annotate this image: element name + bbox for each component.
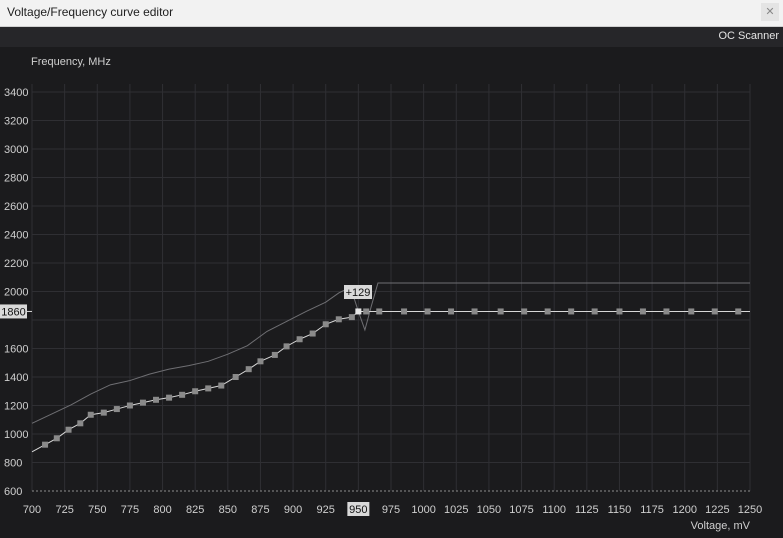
x-tick-label: 1100 xyxy=(542,504,566,516)
curve-point[interactable] xyxy=(87,411,94,418)
toolbar: OC Scanner xyxy=(0,27,783,47)
curve-point[interactable] xyxy=(53,435,60,442)
x-tick-label: 1075 xyxy=(509,504,533,516)
curve-point[interactable] xyxy=(401,308,408,315)
close-icon[interactable]: ✕ xyxy=(761,3,779,21)
curve-point[interactable] xyxy=(322,321,329,328)
curve-point[interactable] xyxy=(126,402,133,409)
curve-point[interactable] xyxy=(113,406,120,413)
curve-point[interactable] xyxy=(257,358,264,365)
x-axis-label: Voltage, mV xyxy=(691,520,751,532)
y-tick-label: 1400 xyxy=(4,372,28,384)
curve-point[interactable] xyxy=(348,314,355,321)
x-tick-label: 775 xyxy=(121,504,139,516)
vf-curve-chart[interactable]: Frequency, MHz Voltage, mV 600 800 1000 1200 1… xyxy=(0,47,783,538)
y-tick-label: 3400 xyxy=(4,87,28,99)
curve-point[interactable] xyxy=(568,308,575,315)
curve-point[interactable] xyxy=(166,394,173,401)
x-tick-label: 1200 xyxy=(672,504,696,516)
y-tick-label: 2800 xyxy=(4,173,28,185)
curve-point[interactable] xyxy=(471,308,478,315)
curve-point[interactable] xyxy=(271,351,278,358)
curve-point[interactable] xyxy=(363,308,370,315)
curve-point[interactable] xyxy=(232,374,239,380)
title-bar: Voltage/Frequency curve editor ✕ xyxy=(0,0,783,27)
y-tick-label: 2600 xyxy=(4,201,28,213)
curve-point[interactable] xyxy=(521,308,528,315)
curve-point[interactable] xyxy=(65,426,72,433)
x-tick-label: 850 xyxy=(219,504,237,516)
y-tick-label: 1600 xyxy=(4,344,28,356)
x-tick-label: 1050 xyxy=(477,504,501,516)
x-tick-label: 1225 xyxy=(705,504,729,516)
y-tick-label: 2200 xyxy=(4,258,28,270)
curve-point[interactable] xyxy=(153,396,160,403)
curve-point[interactable] xyxy=(591,308,598,315)
x-tick-label: 1000 xyxy=(411,504,435,516)
curve-point[interactable] xyxy=(376,308,383,315)
x-tick-label: 750 xyxy=(88,504,106,516)
y-axis-label: Frequency, MHz xyxy=(31,56,111,68)
curve-point[interactable] xyxy=(42,441,49,448)
y-tick-label: 3200 xyxy=(4,116,28,128)
x-tick-label: 975 xyxy=(382,504,400,516)
curve-point[interactable] xyxy=(639,308,646,315)
curve-point[interactable] xyxy=(192,388,199,395)
curve-point[interactable] xyxy=(424,308,431,315)
offset-badge-label: +129 xyxy=(346,287,371,299)
x-tick-label: 700 xyxy=(23,504,41,516)
y-tick-label: 1200 xyxy=(4,401,28,413)
curve-point[interactable] xyxy=(179,391,186,398)
y-tick-label: 1000 xyxy=(4,429,28,441)
selected-curve-point[interactable] xyxy=(355,308,362,315)
y-tick-label: 2400 xyxy=(4,230,28,242)
curve-point[interactable] xyxy=(497,308,504,315)
x-tick-label: 1025 xyxy=(444,504,468,516)
y-tick-label: 3000 xyxy=(4,144,28,156)
x-tick-label: 725 xyxy=(55,504,73,516)
y-tick-label: 800 xyxy=(4,458,22,470)
curve-point[interactable] xyxy=(100,409,107,416)
curve-point[interactable] xyxy=(448,308,455,315)
x-tick-label: 1175 xyxy=(640,504,664,516)
curve-point[interactable] xyxy=(283,343,290,350)
voltage-badge-label: 950 xyxy=(349,504,367,516)
curve-point[interactable] xyxy=(688,308,695,315)
oc-scanner-button[interactable]: OC Scanner xyxy=(718,30,779,42)
x-tick-label: 1250 xyxy=(738,504,762,516)
x-tick-label: 800 xyxy=(153,504,171,516)
curve-point[interactable] xyxy=(663,308,670,315)
curve-point[interactable] xyxy=(309,330,316,337)
curve-point[interactable] xyxy=(245,366,252,373)
curve-point[interactable] xyxy=(335,316,342,323)
curve-point[interactable] xyxy=(616,308,623,315)
curve-point[interactable] xyxy=(218,382,225,389)
curve-point[interactable] xyxy=(139,399,146,406)
y-tick-label: 600 xyxy=(4,486,22,498)
window-title: Voltage/Frequency curve editor xyxy=(7,5,174,19)
curve-point[interactable] xyxy=(711,308,718,315)
x-tick-label: 925 xyxy=(317,504,335,516)
x-tick-label: 900 xyxy=(284,504,302,516)
y-tick-label: 2000 xyxy=(4,287,28,299)
curve-point[interactable] xyxy=(296,336,303,343)
curve-point[interactable] xyxy=(544,308,551,315)
curve-point[interactable] xyxy=(735,308,742,315)
frequency-badge-label: 1860 xyxy=(1,306,25,318)
curve-point[interactable] xyxy=(205,385,212,392)
x-tick-label: 875 xyxy=(251,504,269,516)
x-tick-label: 825 xyxy=(186,504,204,516)
x-tick-label: 1125 xyxy=(575,504,599,516)
x-tick-label: 1150 xyxy=(608,504,632,516)
curve-point[interactable] xyxy=(77,420,84,427)
